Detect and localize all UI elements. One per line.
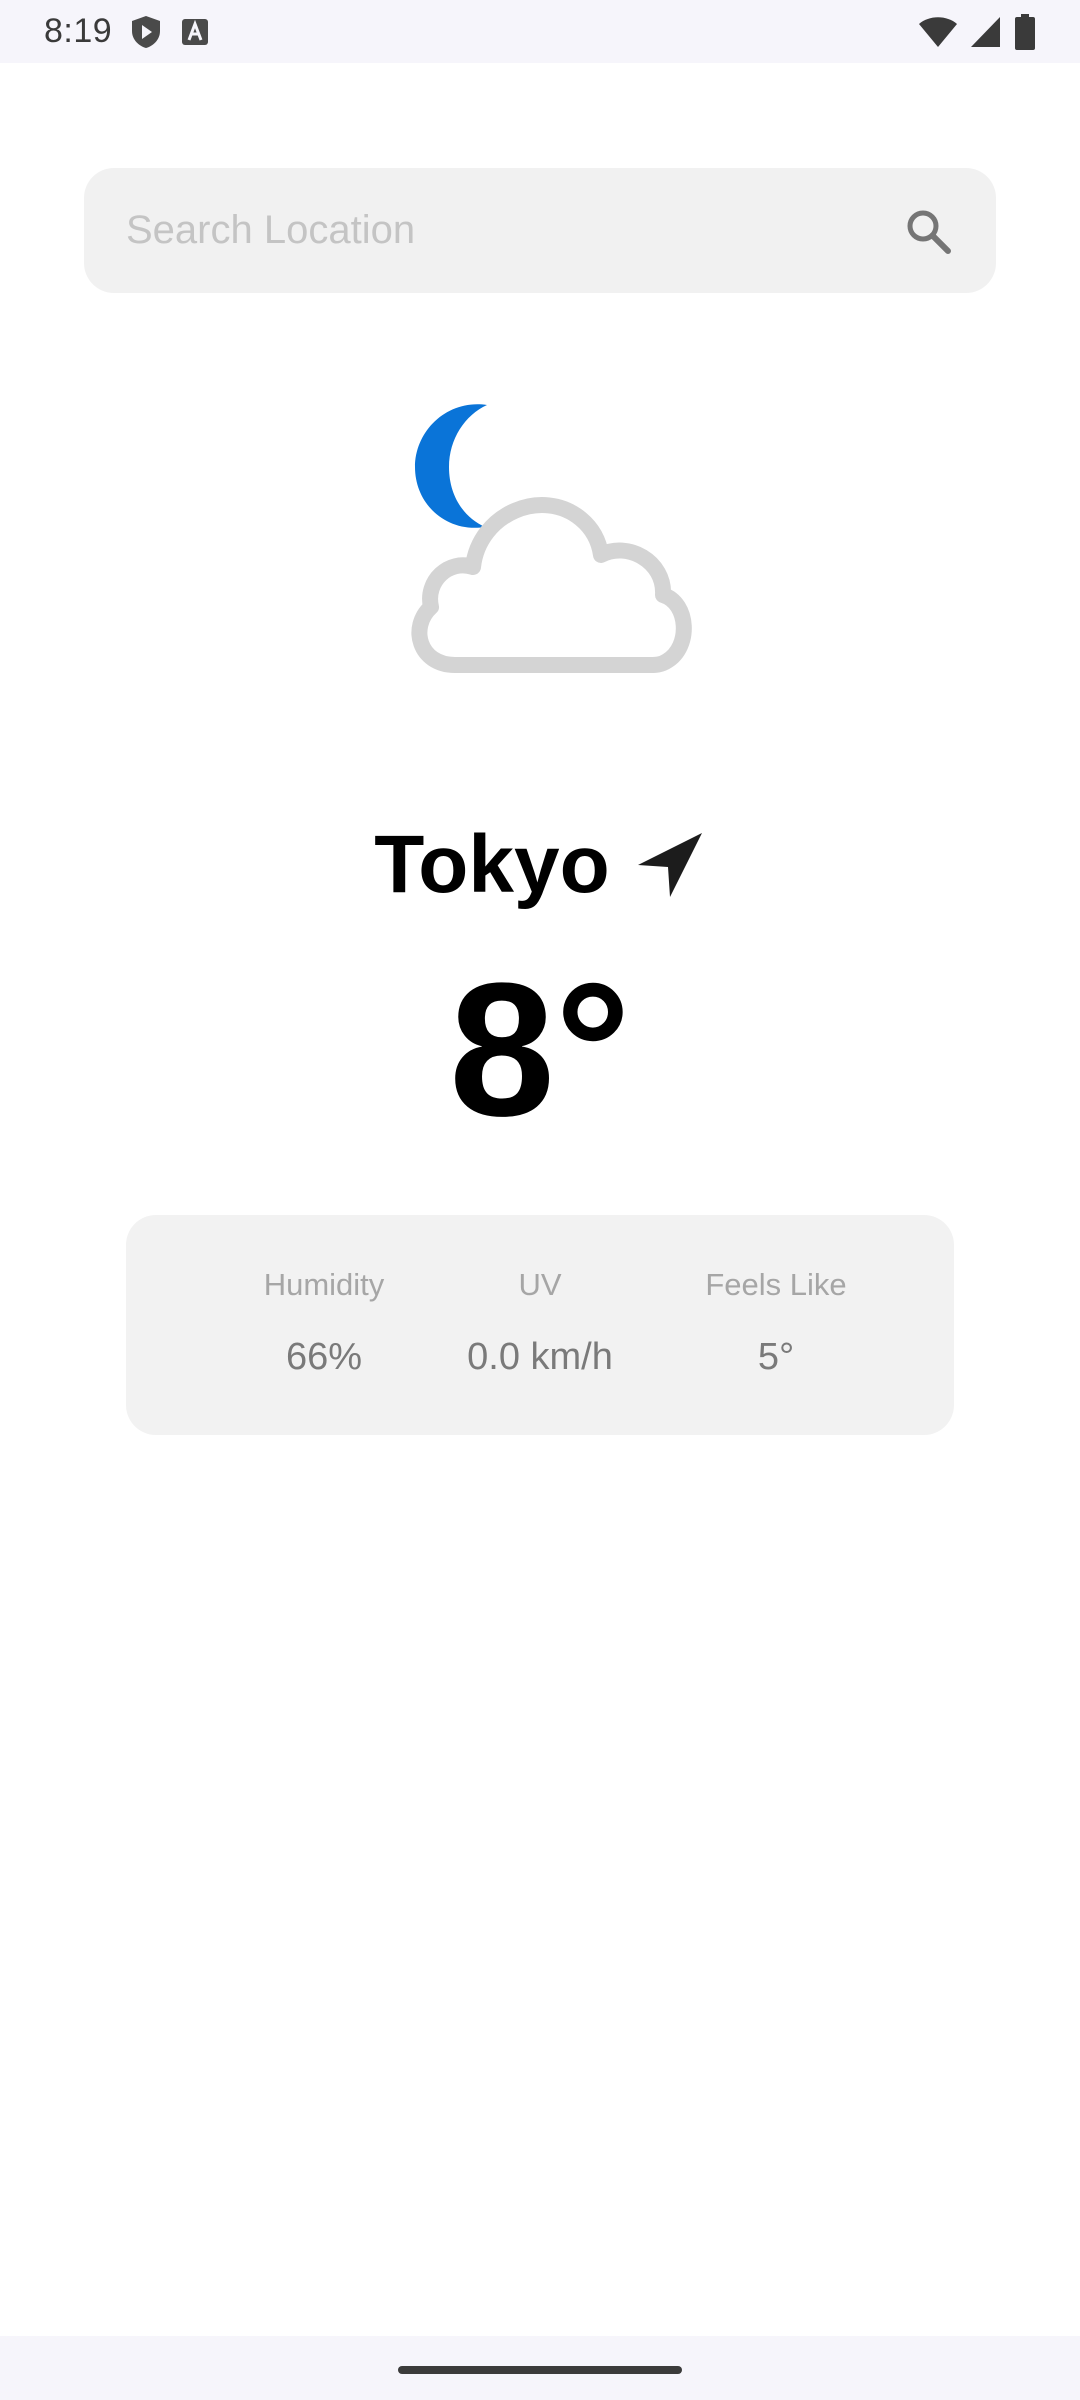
gesture-nav-bar (0, 2336, 1080, 2400)
temperature: 8° (449, 944, 631, 1156)
uv-label: UV (518, 1267, 562, 1302)
city-name: Tokyo (374, 819, 610, 910)
home-indicator[interactable] (398, 2366, 682, 2374)
moon-cloud-icon (375, 395, 715, 685)
uv-value: 0.0 km/h (467, 1336, 613, 1378)
humidity-value: 66% (285, 1336, 363, 1378)
feels-like-detail: Feels Like 5° (666, 1265, 886, 1379)
signal-icon (970, 16, 1002, 48)
feels-like-value: 5° (757, 1336, 795, 1378)
city-row: Tokyo (0, 810, 1080, 920)
weather-screen: 8:19 Search Location Tokyo 8° Humidity 6… (0, 0, 1080, 2400)
status-bar: 8:19 (0, 0, 1080, 63)
humidity-detail: Humidity 66% (214, 1265, 434, 1379)
humidity-label: Humidity (263, 1267, 385, 1302)
status-time: 8:19 (44, 12, 113, 50)
navigation-arrow-icon[interactable] (634, 829, 706, 901)
status-left: 8:19 (44, 12, 210, 51)
search-bar[interactable] (84, 168, 996, 293)
search-input[interactable] (126, 208, 900, 253)
keyboard-a-icon (180, 17, 210, 47)
status-right (918, 13, 1036, 50)
uv-detail: UV 0.0 km/h (430, 1265, 650, 1379)
search-icon[interactable] (900, 203, 956, 259)
wifi-icon (918, 16, 958, 48)
feels-like-label: Feels Like (705, 1267, 847, 1302)
battery-icon (1014, 13, 1036, 50)
weather-details-card: Humidity 66% UV 0.0 km/h Feels Like 5° (126, 1215, 954, 1435)
shield-play-icon (130, 15, 162, 49)
